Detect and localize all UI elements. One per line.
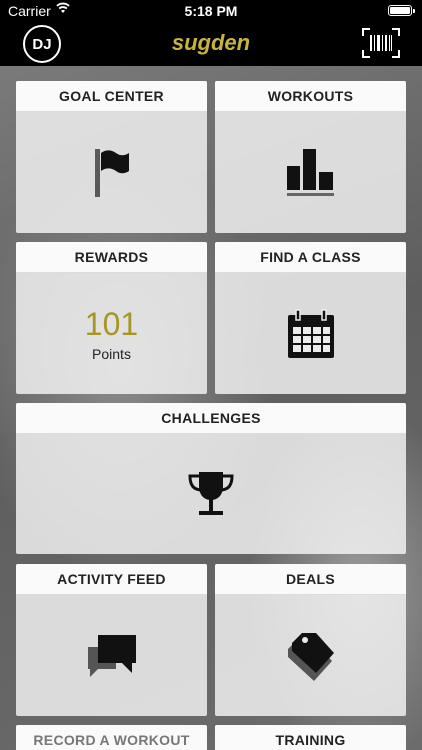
trophy-icon	[188, 472, 234, 515]
tile-rewards-label: REWARDS	[16, 242, 207, 273]
brand-logo: sugden	[171, 30, 251, 55]
tile-deals[interactable]: DEALS	[215, 564, 406, 716]
tile-activity-feed-label: ACTIVITY FEED	[16, 564, 207, 595]
price-tags-icon	[287, 632, 334, 681]
barcode-scan-icon[interactable]	[362, 28, 400, 58]
tile-training-label: TRAINING	[215, 725, 406, 750]
tile-goal-center-label: GOAL CENTER	[16, 81, 207, 112]
status-bar: Carrier 5:18 PM	[0, 0, 422, 22]
tile-rewards[interactable]: REWARDS 101 Points	[16, 242, 207, 394]
reward-points-value: 101	[84, 305, 139, 342]
tile-deals-label: DEALS	[215, 564, 406, 595]
tile-goal-center[interactable]: GOAL CENTER	[16, 81, 207, 233]
tile-workouts[interactable]: WORKOUTS	[215, 81, 406, 233]
clock: 5:18 PM	[184, 3, 238, 19]
tile-record-a-workout-label: RECORD A WORKOUT	[16, 725, 207, 750]
tile-workouts-label: WORKOUTS	[215, 81, 406, 112]
battery-icon	[388, 5, 415, 16]
bar-chart-icon	[286, 148, 334, 196]
tile-record-a-workout[interactable]: RECORD A WORKOUT	[16, 725, 207, 750]
reward-points-label: Points	[92, 345, 131, 362]
app-header: Carrier 5:18 PM DJ sugden	[0, 0, 422, 66]
tile-activity-feed[interactable]: ACTIVITY FEED	[16, 564, 207, 716]
tile-challenges-label: CHALLENGES	[16, 403, 406, 434]
tile-find-a-class[interactable]: FIND A CLASS	[215, 242, 406, 394]
tile-find-a-class-label: FIND A CLASS	[215, 242, 406, 273]
calendar-icon	[287, 308, 334, 358]
tile-challenges[interactable]: CHALLENGES	[16, 403, 406, 554]
flag-icon	[94, 148, 129, 197]
chat-bubbles-icon	[87, 634, 136, 677]
tile-training[interactable]: TRAINING	[215, 725, 406, 750]
